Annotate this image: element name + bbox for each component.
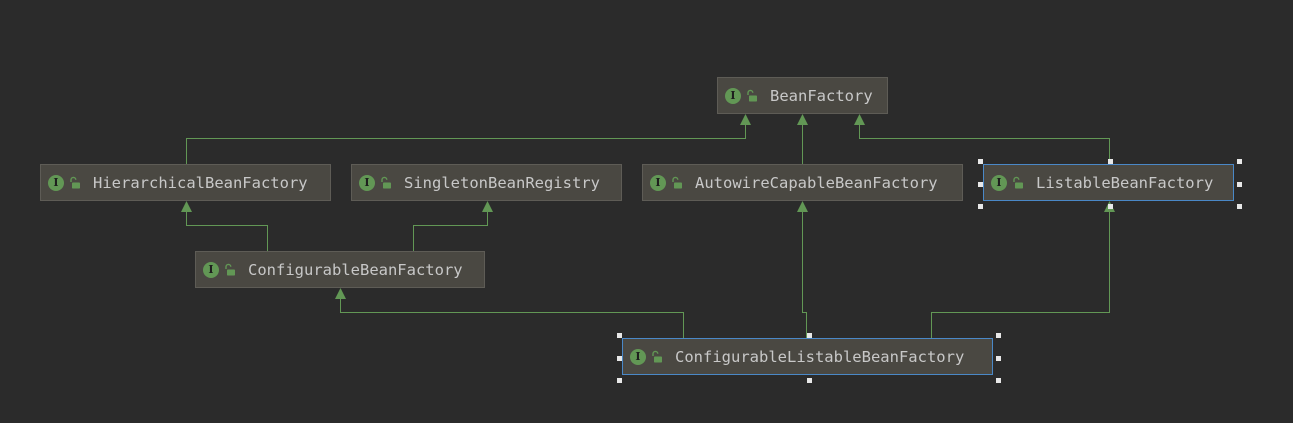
edge-configurable-listable-bean-factory-to-configurable-bean-factory [335,288,684,339]
public-access-icon [1013,176,1023,188]
node-configurable-bean-factory[interactable]: I ConfigurableBeanFactory [195,251,485,288]
edge-autowire-capable-bean-factory-to-bean-factory [797,114,808,165]
edge-line [186,123,746,165]
node-label: AutowireCapableBeanFactory [695,173,938,192]
interface-icon: I [725,87,741,104]
edge-configurable-listable-bean-factory-to-autowire-capable-bean-factory [797,201,808,339]
edge-line [186,210,268,252]
public-access-icon [225,263,235,275]
interface-icon: I [359,174,375,191]
node-label: ConfigurableListableBeanFactory [675,347,965,366]
node-label: SingletonBeanRegistry [404,173,600,192]
node-label: ConfigurableBeanFactory [248,260,463,279]
arrowhead [335,288,346,299]
node-configurable-listable-bean-factory[interactable]: I ConfigurableListableBeanFactory [622,338,993,375]
public-access-icon [652,350,662,362]
arrowhead [482,201,493,212]
resize-handle[interactable] [996,378,1001,383]
edge-configurable-listable-bean-factory-to-listable-bean-factory [931,201,1115,339]
node-label: ListableBeanFactory [1036,173,1214,192]
node-label: HierarchicalBeanFactory [93,173,308,192]
edge-line [340,297,684,339]
edge-listable-bean-factory-to-bean-factory [854,114,1110,165]
resize-handle[interactable] [617,333,622,338]
arrowhead [740,114,751,125]
resize-handle[interactable] [978,204,983,209]
resize-handle[interactable] [978,182,983,187]
edge-line [931,210,1110,339]
resize-handle[interactable] [807,378,812,383]
arrowhead [797,201,808,212]
resize-handle[interactable] [617,356,622,361]
resize-handle[interactable] [1108,204,1113,209]
resize-handle[interactable] [996,356,1001,361]
resize-handle[interactable] [1237,182,1242,187]
node-singleton-bean-registry[interactable]: I SingletonBeanRegistry [351,164,622,201]
public-access-icon [381,176,391,188]
interface-icon: I [48,174,64,191]
node-label: BeanFactory [770,86,873,105]
diagram-canvas: I BeanFactory I HierarchicalBeanFactory I Sin… [0,0,1293,423]
public-access-icon [672,176,682,188]
arrowhead [181,201,192,212]
node-autowire-capable-bean-factory[interactable]: I AutowireCapableBeanFactory [642,164,963,201]
interface-icon: I [203,261,219,278]
edge-line [859,123,1110,165]
resize-handle[interactable] [1108,159,1113,164]
resize-handle[interactable] [1237,204,1242,209]
interface-icon: I [630,348,646,365]
edge-configurable-bean-factory-to-singleton-bean-registry [413,201,493,252]
edge-line [413,210,488,252]
arrowhead [854,114,865,125]
edge-configurable-bean-factory-to-hierarchical-bean-factory [181,201,268,252]
resize-handle[interactable] [1237,159,1242,164]
resize-handle[interactable] [996,333,1001,338]
resize-handle[interactable] [807,333,812,338]
public-access-icon [70,176,80,188]
edge-hierarchical-bean-factory-to-bean-factory [186,114,751,165]
resize-handle[interactable] [978,159,983,164]
interface-icon: I [650,174,666,191]
interface-icon: I [991,174,1007,191]
public-access-icon [747,89,757,101]
node-listable-bean-factory[interactable]: I ListableBeanFactory [983,164,1234,201]
arrowhead [797,114,808,125]
resize-handle[interactable] [617,378,622,383]
node-bean-factory[interactable]: I BeanFactory [717,77,888,114]
node-hierarchical-bean-factory[interactable]: I HierarchicalBeanFactory [40,164,331,201]
edge-line [802,210,807,339]
